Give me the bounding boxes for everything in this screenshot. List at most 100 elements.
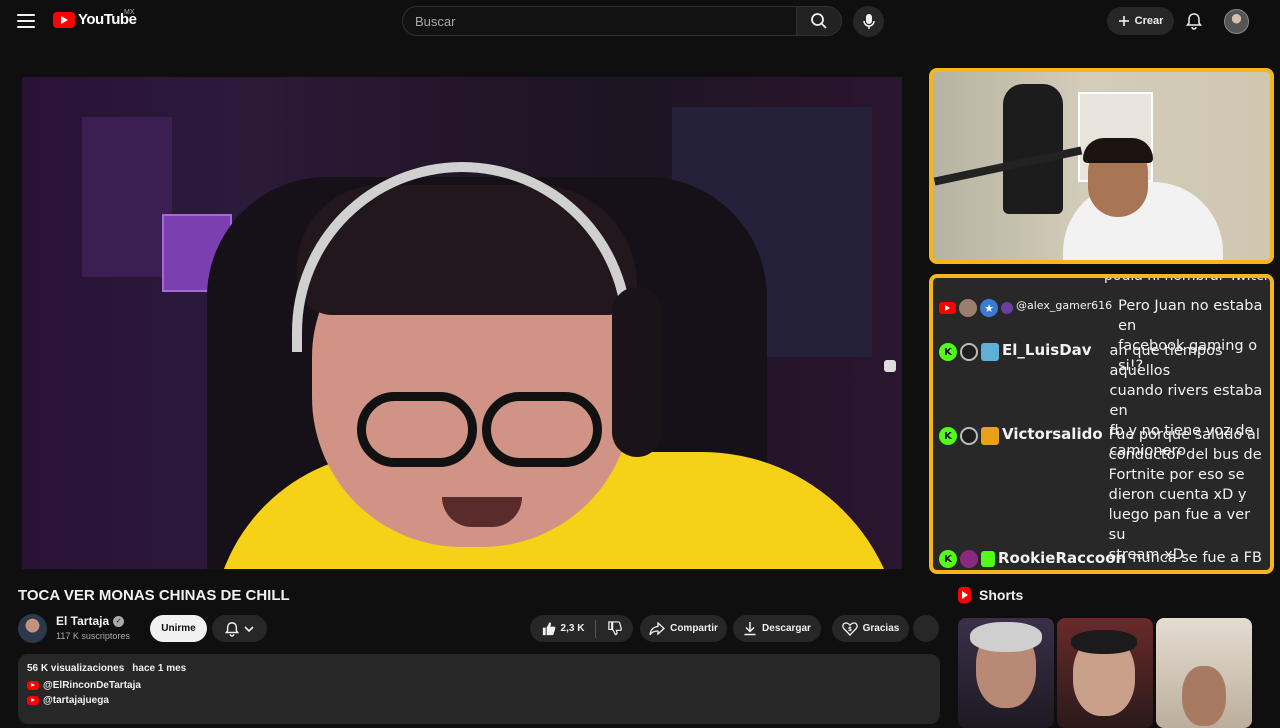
- chat-message: K Victorsalido Fue porque saludo al cond…: [933, 425, 1270, 565]
- dislike-button[interactable]: [607, 621, 623, 636]
- chat-line: luego pan fue a ver su: [1108, 507, 1251, 543]
- user-avatar-icon: [960, 343, 978, 361]
- notifications-dropdown[interactable]: [212, 615, 267, 642]
- short-thumbnail[interactable]: [1057, 618, 1153, 728]
- chat-username: Victorsalido: [1002, 425, 1103, 443]
- share-label: Compartir: [670, 623, 718, 634]
- chat-text: nunca se fue a FB: [1126, 549, 1262, 567]
- notifications-button[interactable]: [1183, 9, 1205, 33]
- channel-link-text: @tartajajuega: [43, 695, 109, 706]
- chat-text: Fue porque saludo al conductor del bus d…: [1103, 425, 1270, 565]
- verified-icon: ✓: [113, 615, 125, 627]
- shelf: [82, 117, 172, 277]
- more-actions-button[interactable]: [913, 615, 939, 642]
- create-label: Crear: [1134, 15, 1164, 27]
- lock-icon: [884, 360, 896, 372]
- description-meta: 56 K visualizaciones hace 1 mes: [27, 663, 931, 674]
- search-input[interactable]: Buscar: [402, 6, 797, 36]
- chat-line: cuando rivers estaba en: [1109, 383, 1263, 419]
- chat-message: K RookieRaccoon nunca se fue a FB: [933, 549, 1270, 568]
- short-thumbnail[interactable]: [1156, 618, 1252, 728]
- video-player[interactable]: [22, 77, 902, 569]
- menu-icon[interactable]: [14, 11, 38, 31]
- chevron-down-icon: [244, 625, 254, 632]
- join-button[interactable]: Unirme: [150, 615, 207, 642]
- chat-overlay: podía ni nombrar Twitch ★ @alex_gamer616…: [929, 274, 1274, 574]
- user-avatar-icon: [960, 427, 978, 445]
- download-label: Descargar: [762, 623, 811, 634]
- voice-search-button[interactable]: [853, 6, 884, 37]
- headphone-earcup: [612, 287, 662, 457]
- chat-username: El_LuisDav: [1002, 341, 1092, 359]
- chat-line: Fue porque saludo al: [1108, 427, 1260, 443]
- youtube-icon: [27, 681, 39, 690]
- glasses-left-lens: [357, 392, 477, 467]
- channel-link[interactable]: @tartajajuega: [27, 695, 931, 706]
- chat-line: Fortnite por eso se: [1108, 467, 1245, 483]
- microphone-icon: [862, 13, 875, 29]
- description-box[interactable]: 56 K visualizaciones hace 1 mes @ElRinco…: [18, 654, 940, 724]
- search-icon: [811, 13, 827, 29]
- chat-badges: K: [933, 425, 999, 445]
- thumbs-down-icon: [608, 621, 623, 636]
- kick-icon: K: [939, 427, 957, 445]
- gift-badge-icon: [981, 551, 995, 567]
- top-bar: YouTube MX Buscar Crear: [0, 0, 1280, 42]
- youtube-icon: [939, 302, 956, 314]
- like-button[interactable]: 2,3 K: [541, 621, 585, 636]
- short-thumbnail[interactable]: [958, 618, 1054, 728]
- channel-name[interactable]: El Tartaja ✓: [56, 614, 125, 628]
- youtube-play-icon: [53, 11, 75, 28]
- chat-badges: K: [933, 341, 999, 361]
- hanging-hoodie: [1003, 84, 1063, 214]
- like-dislike-group: 2,3 K: [530, 615, 633, 642]
- short-person: [1182, 666, 1226, 726]
- chat-overflow-text: podía ni nombrar Twitch: [1104, 274, 1273, 284]
- chat-username: @alex_gamer616: [1016, 299, 1113, 312]
- divider: [595, 619, 597, 638]
- kick-icon: K: [939, 343, 957, 361]
- video-title: TOCA VER MONAS CHINAS DE CHILL: [18, 587, 290, 604]
- emote-icon: [1001, 302, 1013, 314]
- webcam-overlay: [929, 68, 1274, 264]
- thanks-button[interactable]: $ Gracias: [832, 615, 909, 642]
- chat-badges: ★: [933, 296, 1013, 317]
- share-button[interactable]: Compartir: [640, 615, 727, 642]
- bell-icon: [1186, 13, 1202, 30]
- chat-line: dieron cuenta xD y: [1108, 487, 1247, 503]
- view-count: 56 K visualizaciones: [27, 663, 125, 674]
- channel-avatar[interactable]: [18, 614, 47, 643]
- download-button[interactable]: Descargar: [733, 615, 821, 642]
- subscriber-count: 117 K suscriptores: [56, 631, 130, 641]
- crown-badge-icon: [981, 427, 999, 445]
- kick-icon: K: [939, 550, 957, 568]
- chat-line: Pero Juan no estaba en: [1118, 298, 1263, 334]
- search-placeholder: Buscar: [415, 13, 456, 29]
- plus-icon: [1118, 16, 1129, 26]
- chat-line: ah que tiempos aquellos: [1109, 343, 1223, 379]
- thanks-icon: $: [841, 622, 858, 636]
- channel-name-text: El Tartaja: [56, 614, 110, 628]
- thumbs-up-icon: [542, 622, 555, 636]
- glasses-right-lens: [482, 392, 602, 467]
- share-icon: [649, 621, 666, 635]
- short-hair: [970, 622, 1042, 652]
- country-code: MX: [124, 9, 135, 16]
- channel-link-text: @ElRinconDeTartaja: [43, 680, 141, 691]
- create-button[interactable]: Crear: [1107, 7, 1174, 35]
- user-avatar-icon: [960, 550, 978, 568]
- user-avatar-icon: [959, 299, 977, 317]
- search-button[interactable]: [796, 6, 842, 36]
- sub-badge-icon: [981, 343, 999, 361]
- shorts-icon: [958, 587, 971, 603]
- shorts-header: Shorts: [958, 587, 1023, 603]
- youtube-icon: [27, 696, 39, 705]
- svg-text:$: $: [848, 626, 852, 633]
- chat-badges: K: [933, 549, 995, 568]
- thanks-label: Gracias: [862, 623, 900, 634]
- channel-link[interactable]: @ElRinconDeTartaja: [27, 680, 931, 691]
- bell-icon: [225, 621, 239, 637]
- like-count: 2,3 K: [560, 623, 585, 634]
- chat-username: RookieRaccoon: [998, 549, 1127, 567]
- user-avatar[interactable]: [1224, 9, 1249, 34]
